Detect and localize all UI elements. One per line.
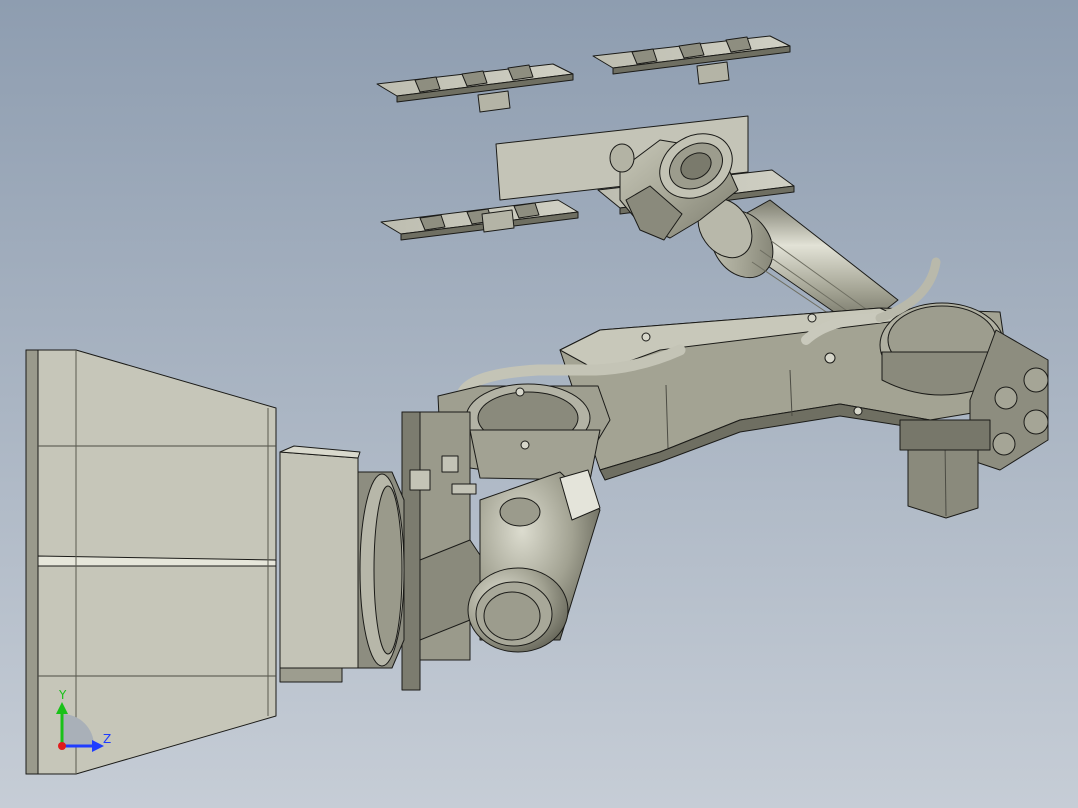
base-flange[interactable] (355, 471, 405, 669)
cad-viewport[interactable]: Y Z (0, 0, 1078, 808)
x-axis-dot-icon (58, 742, 66, 750)
model-view (0, 0, 1078, 808)
triad-y-label: Y (59, 688, 67, 702)
adapter-block[interactable] (279, 445, 361, 683)
triad-z-label: Z (103, 732, 112, 746)
